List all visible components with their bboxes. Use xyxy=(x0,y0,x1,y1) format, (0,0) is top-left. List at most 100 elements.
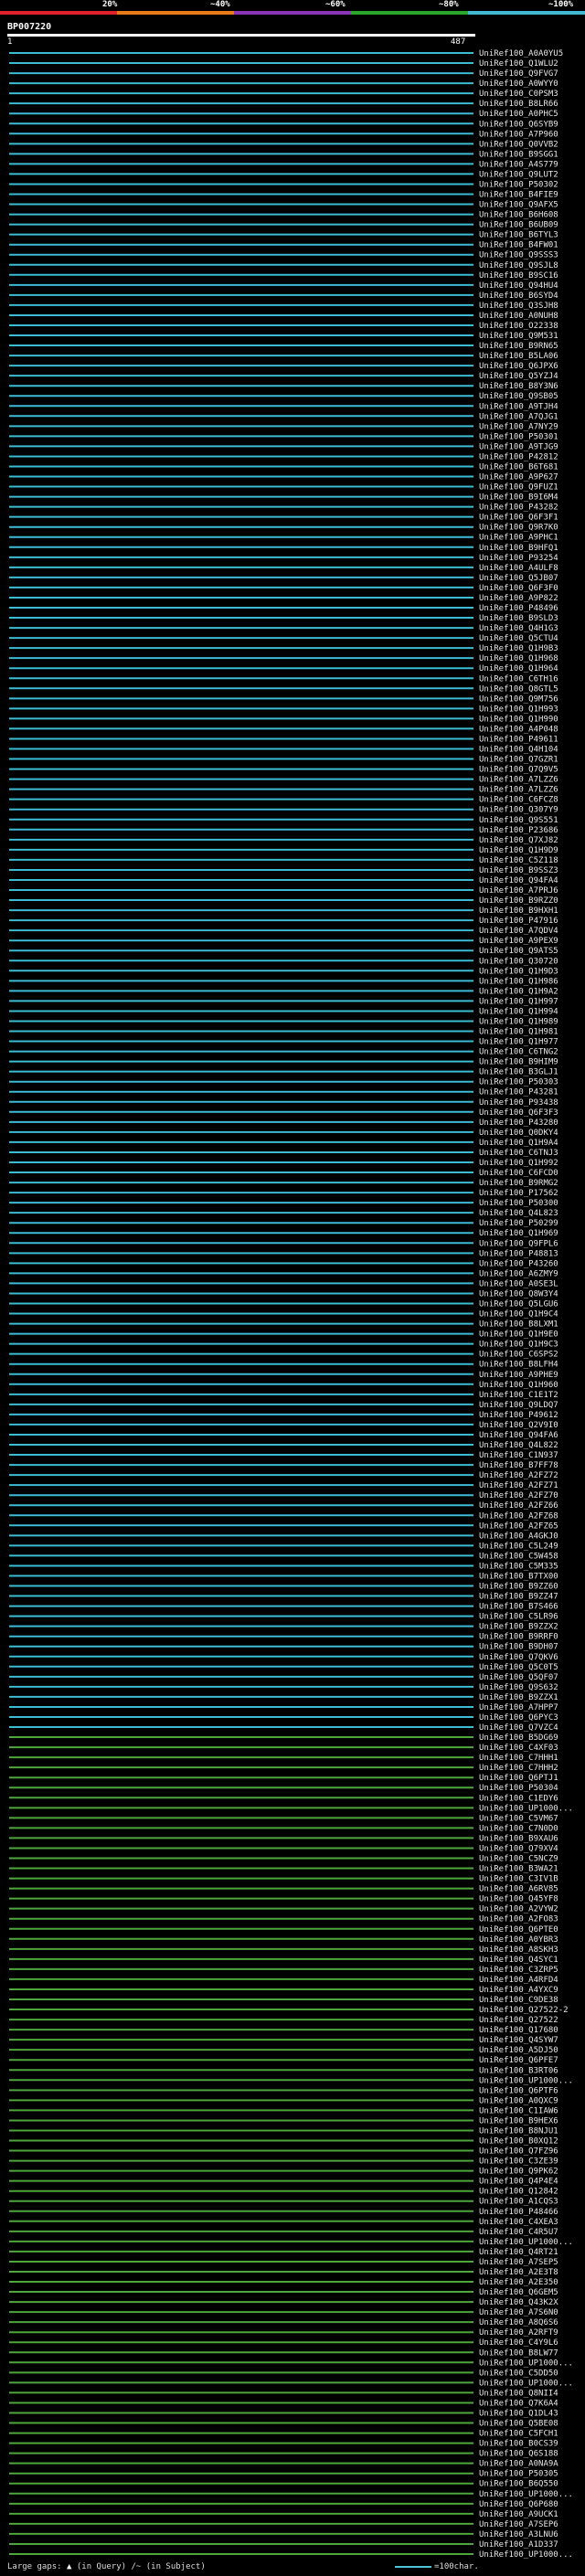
hit-label[interactable]: UniRef100_Q1H9A2 xyxy=(479,987,558,996)
hit-label[interactable]: UniRef100_Q6P680 xyxy=(479,2500,558,2509)
hit-label[interactable]: UniRef100_C5L249 xyxy=(479,1542,558,1551)
hit-label[interactable]: UniRef100_Q9AFX5 xyxy=(479,201,558,210)
hit-label[interactable]: UniRef100_A2FZ72 xyxy=(479,1471,558,1480)
hit-label[interactable]: UniRef100_B6TYL3 xyxy=(479,231,558,240)
hit-label[interactable]: UniRef100_C3ZE39 xyxy=(479,2157,558,2167)
hit-label[interactable]: UniRef100_A4RFD4 xyxy=(479,1976,558,1985)
hit-label[interactable]: UniRef100_B7TX00 xyxy=(479,1572,558,1581)
hit-label[interactable]: UniRef100_Q6PTF6 xyxy=(479,2086,558,2095)
hit-label[interactable]: UniRef100_P48496 xyxy=(479,604,558,613)
hit-label[interactable]: UniRef100_Q6JPX6 xyxy=(479,362,558,371)
hit-label[interactable]: UniRef100_Q1H994 xyxy=(479,1007,558,1016)
hit-label[interactable]: UniRef100_A9PHE9 xyxy=(479,1371,558,1380)
hit-label[interactable]: UniRef100_A2FZ68 xyxy=(479,1511,558,1521)
hit-label[interactable]: UniRef100_P49611 xyxy=(479,735,558,744)
hit-label[interactable]: UniRef100_Q6GEM5 xyxy=(479,2288,558,2297)
hit-label[interactable]: UniRef100_C5M335 xyxy=(479,1562,558,1571)
hit-label[interactable]: UniRef100_Q9S632 xyxy=(479,1683,558,1692)
hit-label[interactable]: UniRef100_C4Y9L6 xyxy=(479,2338,558,2348)
hit-label[interactable]: UniRef100_Q1H989 xyxy=(479,1017,558,1026)
hit-label[interactable]: UniRef100_Q1WLU2 xyxy=(479,59,558,69)
hit-label[interactable]: UniRef100_Q1H968 xyxy=(479,654,558,663)
hit-label[interactable]: UniRef100_C4XF03 xyxy=(479,1744,558,1753)
hit-label[interactable]: UniRef100_A2E3T8 xyxy=(479,2268,558,2277)
hit-label[interactable]: UniRef100_B9HIM9 xyxy=(479,1058,558,1067)
hit-label[interactable]: UniRef100_Q9PK62 xyxy=(479,2168,558,2177)
hit-label[interactable]: UniRef100_Q30720 xyxy=(479,957,558,966)
hit-label[interactable]: UniRef100_A0NUH8 xyxy=(479,312,558,321)
hit-label[interactable]: UniRef100_B9SC16 xyxy=(479,271,558,281)
hit-label[interactable]: UniRef100_Q9LDQ7 xyxy=(479,1401,558,1410)
hit-label[interactable]: UniRef100_C5LR96 xyxy=(479,1613,558,1622)
hit-label[interactable]: UniRef100_A0YBR3 xyxy=(479,1935,558,1945)
hit-label[interactable]: UniRef100_Q4P4E4 xyxy=(479,2178,558,2187)
hit-label[interactable]: UniRef100_C6TH16 xyxy=(479,674,558,684)
hit-label[interactable]: UniRef100_B8LFH4 xyxy=(479,1361,558,1370)
hit-label[interactable]: UniRef100_B4FW01 xyxy=(479,241,558,250)
hit-label[interactable]: UniRef100_B0XQ12 xyxy=(479,2137,558,2147)
hit-label[interactable]: UniRef100_Q4L823 xyxy=(479,1209,558,1218)
hit-label[interactable]: UniRef100_A4ULF8 xyxy=(479,564,558,573)
hit-label[interactable]: UniRef100_B6SYD4 xyxy=(479,292,558,301)
hit-label[interactable]: UniRef100_A7LZZ6 xyxy=(479,776,558,785)
hit-label[interactable]: UniRef100_B9I6M4 xyxy=(479,493,558,503)
hit-label[interactable]: UniRef100_B8LXM1 xyxy=(479,1320,558,1330)
hit-label[interactable]: UniRef100_Q1H9C3 xyxy=(479,1341,558,1350)
hit-label[interactable]: UniRef100_B9SLD3 xyxy=(479,614,558,623)
hit-label[interactable]: UniRef100_C3IV1B xyxy=(479,1875,558,1884)
hit-label[interactable]: UniRef100_C6TNG2 xyxy=(479,1048,558,1057)
hit-label[interactable]: UniRef100_Q5LGU6 xyxy=(479,1300,558,1309)
hit-label[interactable]: UniRef100_A0NA9A xyxy=(479,2460,558,2469)
hit-label[interactable]: UniRef100_Q1H9E0 xyxy=(479,1330,558,1340)
hit-label[interactable]: UniRef100_B9DH07 xyxy=(479,1643,558,1652)
hit-label[interactable]: UniRef100_B3GLJ1 xyxy=(479,1068,558,1077)
hit-label[interactable]: UniRef100_UP1000... xyxy=(479,2379,573,2388)
hit-label[interactable]: UniRef100_A7NY29 xyxy=(479,422,558,431)
hit-label[interactable]: UniRef100_Q1H9C4 xyxy=(479,1310,558,1320)
hit-label[interactable]: UniRef100_Q2V9I0 xyxy=(479,1421,558,1430)
hit-label[interactable]: UniRef100_Q5C0T5 xyxy=(479,1663,558,1672)
hit-label[interactable]: UniRef100_B7FF78 xyxy=(479,1461,558,1470)
hit-label[interactable]: UniRef100_Q8W3Y4 xyxy=(479,1289,558,1299)
hit-label[interactable]: UniRef100_Q1H9A4 xyxy=(479,1139,558,1148)
hit-label[interactable]: UniRef100_A0PHC5 xyxy=(479,110,558,119)
hit-label[interactable]: UniRef100_C5NCZ9 xyxy=(479,1854,558,1863)
hit-label[interactable]: UniRef100_B0CS39 xyxy=(479,2440,558,2449)
hit-label[interactable]: UniRef100_P43282 xyxy=(479,504,558,513)
hit-label[interactable]: UniRef100_A7HPP7 xyxy=(479,1703,558,1712)
hit-label[interactable]: UniRef100_Q9S551 xyxy=(479,816,558,825)
hit-label[interactable]: UniRef100_Q8GTL5 xyxy=(479,684,558,694)
hit-label[interactable]: UniRef100_C1IAW6 xyxy=(479,2106,558,2115)
hit-label[interactable]: UniRef100_A8SKH3 xyxy=(479,1945,558,1955)
hit-label[interactable]: UniRef100_Q43K2X xyxy=(479,2298,558,2307)
hit-label[interactable]: UniRef100_A2VYW2 xyxy=(479,1905,558,1914)
hit-label[interactable]: UniRef100_A0A0YU5 xyxy=(479,49,563,58)
hit-label[interactable]: UniRef100_Q6PTE0 xyxy=(479,1925,558,1935)
hit-label[interactable]: UniRef100_Q6SYB9 xyxy=(479,120,558,129)
hit-label[interactable]: UniRef100_C6SPS2 xyxy=(479,1351,558,1360)
hit-label[interactable]: UniRef100_Q6PTJ1 xyxy=(479,1774,558,1783)
hit-label[interactable]: UniRef100_P50300 xyxy=(479,1199,558,1208)
hit-label[interactable]: UniRef100_Q5CTU4 xyxy=(479,634,558,643)
hit-label[interactable]: UniRef100_A7QDV4 xyxy=(479,927,558,936)
hit-label[interactable]: UniRef100_A4S779 xyxy=(479,160,558,169)
hit-label[interactable]: UniRef100_Q9R7K0 xyxy=(479,524,558,533)
hit-label[interactable]: UniRef100_C9DE38 xyxy=(479,1996,558,2005)
hit-label[interactable]: UniRef100_Q9SJL8 xyxy=(479,261,558,270)
hit-label[interactable]: UniRef100_P23686 xyxy=(479,826,558,835)
hit-label[interactable]: UniRef100_Q5YZJ4 xyxy=(479,372,558,381)
hit-label[interactable]: UniRef100_A7SEP5 xyxy=(479,2258,558,2267)
hit-label[interactable]: UniRef100_B8NJU1 xyxy=(479,2126,558,2136)
hit-label[interactable]: UniRef100_A7QJG1 xyxy=(479,412,558,421)
hit-label[interactable]: UniRef100_P47916 xyxy=(479,917,558,926)
hit-label[interactable]: UniRef100_A2RFT9 xyxy=(479,2328,558,2337)
hit-label[interactable]: UniRef100_C7HHH2 xyxy=(479,1764,558,1773)
hit-label[interactable]: UniRef100_Q4SYW7 xyxy=(479,2036,558,2045)
hit-label[interactable]: UniRef100_Q4L822 xyxy=(479,1441,558,1450)
hit-label[interactable]: UniRef100_Q5JB07 xyxy=(479,574,558,583)
hit-label[interactable]: UniRef100_Q7K6A4 xyxy=(479,2399,558,2408)
hit-label[interactable]: UniRef100_B9ZZ47 xyxy=(479,1593,558,1602)
hit-label[interactable]: UniRef100_UP1000... xyxy=(479,2550,573,2560)
hit-label[interactable]: UniRef100_C4R5U7 xyxy=(479,2228,558,2237)
hit-label[interactable]: UniRef100_Q79XV4 xyxy=(479,1844,558,1853)
